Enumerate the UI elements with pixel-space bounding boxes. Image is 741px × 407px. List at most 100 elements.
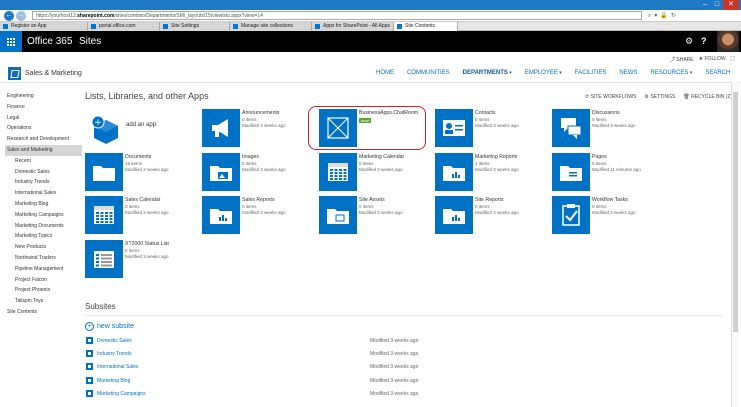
sites-app-title[interactable]: Sites: [79, 36, 101, 47]
calendar-icon[interactable]: [319, 153, 357, 191]
contact-card-icon[interactable]: [435, 109, 473, 147]
site-logo-icon[interactable]: [8, 67, 21, 80]
folder-icon[interactable]: [85, 153, 123, 191]
topnav-item-resources[interactable]: RESOURCES: [650, 70, 692, 76]
leftnav-item[interactable]: Marketing Campaigns: [7, 210, 82, 221]
topnav-item-news[interactable]: NEWS: [619, 70, 637, 76]
follow-button[interactable]: ★ FOLLOW: [699, 56, 726, 63]
app-tile[interactable]: Documents 15 items Modified 3 weeks ago: [85, 153, 200, 191]
add-an-app-tile[interactable]: + add an app: [88, 112, 208, 146]
leftnav-item[interactable]: Research and Development: [7, 134, 82, 145]
browser-tab[interactable]: Register an App: [0, 22, 88, 31]
recycle-bin-button[interactable]: 🗑 RECYCLE BIN (2): [683, 94, 732, 100]
browser-tab[interactable]: Site Settings: [160, 22, 230, 31]
back-arrow-icon[interactable]: ←: [4, 10, 14, 21]
subsite-link[interactable]: Marketing Blog: [97, 378, 130, 384]
leftnav-item[interactable]: Site Contents: [7, 307, 82, 318]
help-icon[interactable]: ?: [701, 36, 707, 46]
task-check-icon[interactable]: [552, 196, 590, 234]
assets-folder-icon[interactable]: [319, 196, 357, 234]
maximize-icon[interactable]: □: [711, 0, 723, 10]
app-tile-name[interactable]: Pages: [592, 154, 607, 160]
topnav-item-departments[interactable]: DEPARTMENTS: [463, 70, 512, 76]
topnav-item-home[interactable]: HOME: [376, 70, 394, 76]
url-input[interactable]: https://yourhost12.sharepoint.com/sites/…: [32, 11, 642, 20]
leftnav-item[interactable]: Marketing Blog: [7, 199, 82, 210]
settings-button[interactable]: ⚙ SETTINGS: [644, 94, 675, 100]
report-folder-icon[interactable]: [435, 196, 473, 234]
app-tile[interactable]: Announcements 0 items Modified 3 weeks ago: [202, 109, 317, 147]
app-tile[interactable]: Site Reports 0 items Modified 3 weeks ago: [435, 196, 550, 234]
leftnav-item[interactable]: Industry Trends: [7, 177, 82, 188]
app-tile[interactable]: Contacts 0 items Modified 3 weeks ago: [435, 109, 550, 147]
app-tile-name[interactable]: Documents: [125, 154, 151, 160]
app-tile-name[interactable]: Images: [242, 154, 259, 160]
focus-icon[interactable]: ⛶: [731, 56, 735, 63]
list-icon[interactable]: [85, 240, 123, 278]
avatar[interactable]: [717, 31, 739, 52]
close-icon[interactable]: ✕: [723, 0, 739, 10]
leftnav-item[interactable]: Tailspin Toys: [7, 296, 82, 307]
topnav-item-facilities[interactable]: FACILITIES: [575, 70, 607, 76]
report-folder-icon[interactable]: [202, 196, 240, 234]
app-tile-name[interactable]: Marketing Calendar: [359, 154, 404, 160]
app-tile-name[interactable]: Marketing Reports: [475, 154, 517, 160]
browser-tab[interactable]: Site Contents: [394, 22, 458, 31]
app-tile-name[interactable]: Site Reports: [475, 197, 504, 203]
app-tile-name[interactable]: Workflow Tasks: [592, 197, 628, 203]
report-folder-icon[interactable]: [435, 153, 473, 191]
speech-bubbles-icon[interactable]: [552, 109, 590, 147]
app-tile[interactable]: Site Assets 0 items Modified 3 weeks ago: [319, 196, 434, 234]
site-title[interactable]: Sales & Marketing: [25, 70, 82, 77]
app-tile-name[interactable]: Contacts: [475, 110, 495, 116]
app-tile-name[interactable]: Sales Reports: [242, 197, 275, 203]
app-tile-name[interactable]: Site Assets: [359, 197, 385, 203]
vertical-scrollbar[interactable]: [731, 82, 739, 407]
app-tile[interactable]: Discussions 0 items Modified 3 weeks ago: [552, 109, 667, 147]
subsite-link[interactable]: Marketing Campaigns: [97, 391, 146, 397]
leftnav-item[interactable]: Domestic Sales: [7, 167, 82, 178]
app-tile[interactable]: Images 0 items Modified 3 weeks ago: [202, 153, 317, 191]
app-tile[interactable]: Marketing Reports 1 items Modified 3 weeks…: [435, 153, 550, 191]
topnav-item-employee[interactable]: EMPLOYEE: [525, 70, 562, 76]
office365-brand[interactable]: Office 365: [27, 36, 72, 47]
app-tile[interactable]: Pages 0 items Modified 11 minutes ago: [552, 153, 667, 191]
forward-arrow-icon[interactable]: →: [16, 10, 26, 21]
leftnav-item[interactable]: Recent: [7, 156, 82, 167]
minimize-icon[interactable]: –: [699, 0, 711, 10]
leftnav-item[interactable]: Engineering: [7, 91, 82, 102]
leftnav-item[interactable]: Operations: [7, 123, 82, 134]
leftnav-item[interactable]: Legal: [7, 113, 82, 124]
leftnav-item[interactable]: Pipeline Management: [7, 264, 82, 275]
leftnav-item[interactable]: Finance: [7, 102, 82, 113]
leftnav-item[interactable]: Sales and Marketing: [5, 144, 82, 156]
share-button[interactable]: ⤴ SHARE: [670, 56, 694, 63]
leftnav-item[interactable]: New Products: [7, 242, 82, 253]
megaphone-icon[interactable]: [202, 109, 240, 147]
leftnav-item[interactable]: Project Falcon: [7, 275, 82, 286]
new-subsite-button[interactable]: + new subsite: [85, 322, 134, 331]
app-tile[interactable]: Workflow Tasks 0 items Modified 3 weeks ag…: [552, 196, 667, 234]
browser-tab[interactable]: Apps for SharePoint - All Apps: [312, 22, 394, 31]
leftnav-item[interactable]: Northwind Traders: [7, 253, 82, 264]
pages-folder-icon[interactable]: [552, 153, 590, 191]
image-folder-icon[interactable]: [202, 153, 240, 191]
subsite-link[interactable]: Domestic Sales: [97, 338, 132, 344]
site-workflows-button[interactable]: ⟳ SITE WORKFLOWS: [585, 94, 636, 100]
leftnav-item[interactable]: International Sales: [7, 188, 82, 199]
leftnav-item[interactable]: Project Phoenix: [7, 285, 82, 296]
subsite-link[interactable]: Industry Trends: [97, 351, 131, 357]
app-tile-name[interactable]: Discussions: [592, 110, 620, 116]
address-tools-icons[interactable]: ⌕▾🔒↻: [648, 12, 679, 20]
app-tile-name[interactable]: Announcements: [242, 110, 280, 116]
topnav-item-search[interactable]: SEARCH: [705, 70, 730, 76]
browser-tab[interactable]: portal.office.com: [88, 22, 160, 31]
app-tile[interactable]: Sales Reports 0 items Modified 3 weeks ago: [202, 196, 317, 234]
calendar-icon[interactable]: [85, 196, 123, 234]
app-launcher-icon[interactable]: [0, 31, 22, 52]
subsite-link[interactable]: International Sales: [97, 364, 138, 370]
app-tile-name[interactable]: Sales Calendar: [125, 197, 160, 203]
app-tile[interactable]: Marketing Calendar 0 items Modified 3 week…: [319, 153, 434, 191]
topnav-item-communities[interactable]: COMMUNITIES: [407, 70, 450, 76]
leftnav-item[interactable]: Marketing Topics: [7, 231, 82, 242]
